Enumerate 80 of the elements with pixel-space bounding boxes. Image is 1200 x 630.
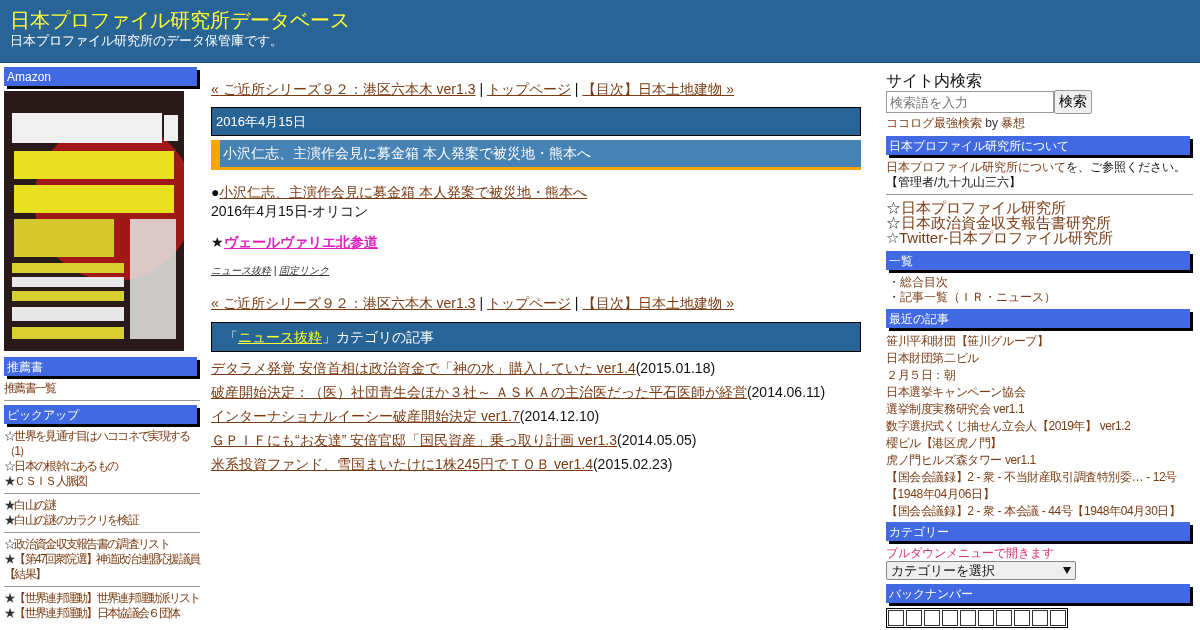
star-mark: ★ bbox=[211, 234, 224, 250]
site-subtitle: 日本プロファイル研究所のデータ保管庫です。 bbox=[10, 32, 284, 50]
article-link[interactable]: ＧＰＩＦにも“お友達” 安倍官邸「国民資産」乗っ取り計画 ver1.3 bbox=[211, 432, 617, 448]
separator: | bbox=[273, 265, 277, 276]
article-date: (2014.06.11) bbox=[746, 384, 826, 400]
article-link[interactable]: 小沢仁志、主演作会見に募金箱 本人発案で被災地・熊本へ bbox=[219, 184, 588, 200]
widget-header: 一覧 bbox=[886, 251, 1190, 270]
top-link[interactable]: トップページ bbox=[486, 295, 571, 311]
site-title[interactable]: 日本プロファイル研究所データベース bbox=[10, 8, 1190, 32]
sidebar-link[interactable]: ☆日本の根幹にあるもの bbox=[4, 459, 200, 474]
caret-icon bbox=[1063, 567, 1071, 574]
permalink[interactable]: 固定リンク bbox=[279, 265, 330, 276]
search-title: サイト内検索 bbox=[886, 71, 983, 90]
recent-article-link[interactable]: 笹川平和財団【笹川グループ】 bbox=[886, 333, 1193, 350]
category-link[interactable]: ニュース抜粋 bbox=[211, 265, 271, 276]
top-link[interactable]: トップページ bbox=[486, 81, 571, 97]
sidebar-link[interactable]: ★白山の謎 bbox=[4, 498, 200, 513]
separator: | bbox=[574, 295, 579, 311]
heading-text: 」カテゴリの記事 bbox=[322, 329, 434, 345]
about-link[interactable]: 日本プロファイル研究所について bbox=[886, 160, 1066, 174]
about-text: を、ご参照ください。 bbox=[1066, 160, 1186, 174]
widget-header: 最近の記事 bbox=[886, 309, 1190, 328]
prev-link[interactable]: « ご近所シリーズ９２：港区六本木 ver1.3 bbox=[211, 295, 476, 311]
site-link[interactable]: ☆日本プロファイル研究所 bbox=[886, 200, 1193, 215]
article-date: (2014.12.10) bbox=[519, 408, 600, 424]
prev-link[interactable]: « ご近所シリーズ９２：港区六本木 ver1.3 bbox=[211, 81, 476, 97]
recent-article-link[interactable]: ２月５日：朝 bbox=[886, 367, 1193, 384]
index-link[interactable]: ・記事一覧（ＩＲ・ニュース） bbox=[886, 290, 1193, 305]
article-link[interactable]: デタラメ発覚 安倍首相は政治資金で「神の水」購入していた ver1.4 bbox=[211, 360, 636, 376]
article-link[interactable]: 破産開始決定：（医）社団青生会ほか３社～ ＡＳＫＡの主治医だった平石医師が経営 bbox=[211, 384, 747, 400]
widget-header: カテゴリー bbox=[886, 522, 1190, 541]
widget-header: ピックアップ bbox=[4, 405, 197, 424]
date-header: 2016年4月15日 bbox=[211, 107, 861, 136]
widget-header: Amazon bbox=[4, 67, 197, 86]
admin-text: 【管理者/九十九山三六】 bbox=[886, 175, 1023, 190]
bracket: 「 bbox=[224, 329, 238, 345]
search-button[interactable]: 検索 bbox=[1054, 90, 1092, 114]
separator: | bbox=[479, 81, 483, 97]
site-link[interactable]: ☆Twitter-日本プロファイル研究所 bbox=[886, 230, 1193, 245]
widget-header: 日本プロファイル研究所について bbox=[886, 136, 1190, 155]
source-text: 2016年4月15日-オリコン bbox=[211, 202, 370, 221]
bullet: ● bbox=[211, 184, 220, 200]
sidebar-link[interactable]: ★【第47回衆院選】神道政治連盟応援議員【結果】 bbox=[4, 552, 200, 582]
site-link[interactable]: ☆日本政治資金収支報告書研究所 bbox=[886, 215, 1193, 230]
article-link[interactable]: 米系投資ファンド、雪国まいたけに1株245円でＴＯＢ ver1.4 bbox=[211, 456, 593, 472]
article-link[interactable]: インターナショナルイーシー破産開始決定 ver1.7 bbox=[211, 408, 520, 424]
recent-article-link[interactable]: 虎ノ門ヒルズ森タワー ver1.1 bbox=[886, 452, 1193, 469]
article-date: (2014.05.05) bbox=[617, 432, 697, 448]
article-date: (2015.01.18) bbox=[635, 360, 716, 376]
sidebar-link[interactable]: ☆世界を見通す目はハココネで実現する（1） bbox=[4, 429, 200, 459]
category-link[interactable]: ニュース抜粋 bbox=[238, 329, 322, 345]
recent-article-link[interactable]: 数字選択式くじ抽せん立会人【2019年】 ver1.2 bbox=[886, 418, 1193, 435]
sidebar-link[interactable]: ☆政治資金収支報告書の調査リスト bbox=[4, 537, 200, 552]
credit-text: by bbox=[985, 116, 999, 130]
credit-link[interactable]: ココログ最強検索 bbox=[886, 116, 982, 130]
recent-article-link[interactable]: 選挙制度実務研究会 ver1.1 bbox=[886, 401, 1193, 418]
widget-header: 推薦書 bbox=[4, 357, 197, 376]
recent-article-link[interactable]: 【国会会議録】2 - 衆 - 不当財産取引調査特別委… - 12号【1948年04月06日】 bbox=[886, 469, 1193, 503]
sidebar-link[interactable]: ★ＣＳＩＳ人脈図 bbox=[4, 474, 200, 489]
recent-article-link[interactable]: 【国会会議録】2 - 衆 - 本会議 - 44号【1948年04月30日】 bbox=[886, 503, 1193, 520]
widget-header: バックナンバー bbox=[886, 584, 1190, 603]
next-link[interactable]: 【目次】日本土地建物 » bbox=[582, 81, 734, 97]
sidebar-link[interactable]: ★白山の謎のカラクリを検証 bbox=[4, 513, 200, 528]
index-link[interactable]: ・総合目次 bbox=[886, 275, 1193, 290]
entry-title: 小沢仁志、主演作会見に募金箱 本人発案で被災地・熊本へ bbox=[211, 140, 861, 170]
separator: | bbox=[479, 295, 483, 311]
promo-link[interactable]: ヴェールヴァリエ北参道 bbox=[224, 234, 378, 250]
sidebar-link[interactable]: ★【世界連邦運動】日本協議会６団体 bbox=[4, 606, 200, 621]
author-link[interactable]: 暴想 bbox=[1001, 116, 1026, 130]
category-select[interactable]: カテゴリーを選択 bbox=[886, 561, 1076, 580]
sidebar-link[interactable]: 推薦書一覧 bbox=[4, 381, 200, 396]
hint-text: プルダウンメニューで開きます bbox=[886, 546, 1055, 561]
separator: | bbox=[574, 81, 579, 97]
next-link[interactable]: 【目次】日本土地建物 » bbox=[582, 295, 734, 311]
recent-article-link[interactable]: 櫻ビル【港区虎ノ門】 bbox=[886, 435, 1193, 452]
sidebar-link[interactable]: ★【世界連邦運動】世界連邦運動派リスト bbox=[4, 591, 200, 606]
recent-article-link[interactable]: 日本選挙キャンペーン協会 bbox=[886, 384, 1193, 401]
article-date: (2015.02.23) bbox=[592, 456, 673, 472]
search-field[interactable]: 検索語を入力 bbox=[886, 91, 1054, 113]
recent-article-link[interactable]: 日本財団第二ビル bbox=[886, 350, 1193, 367]
